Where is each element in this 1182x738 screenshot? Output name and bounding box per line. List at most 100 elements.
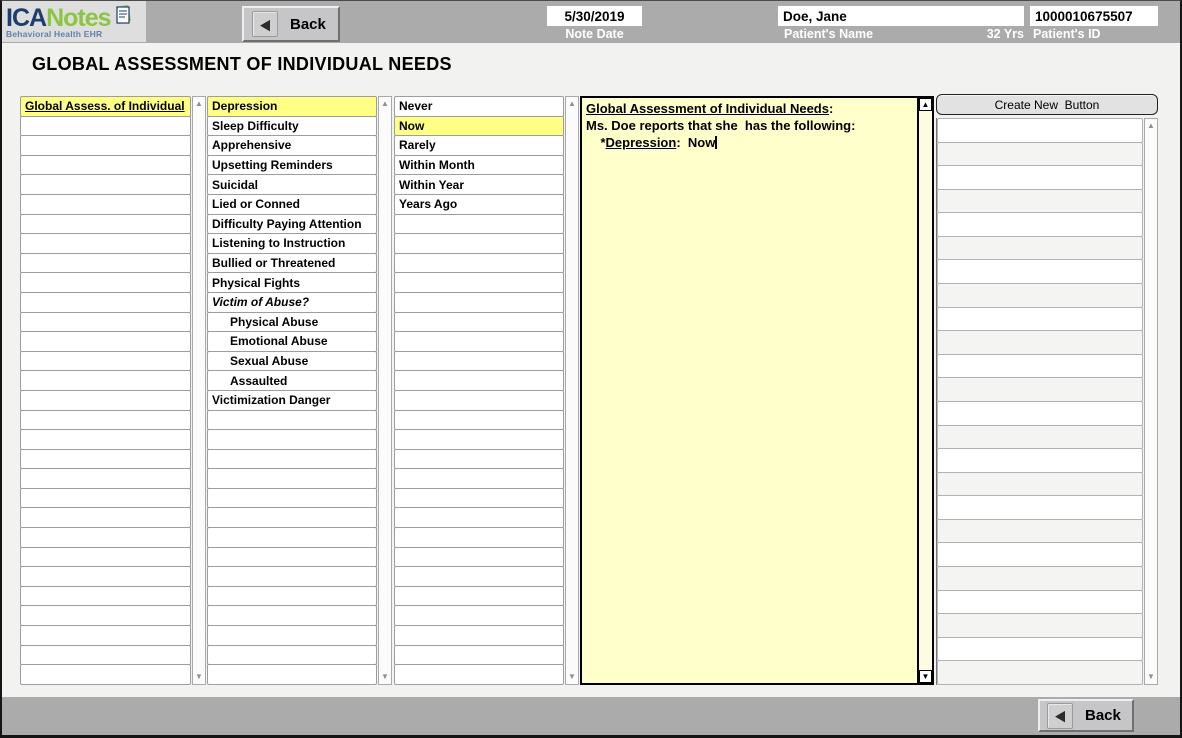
list-item[interactable]: Years Ago [394, 194, 564, 215]
icanotes-logo: ICANotes Behavioral Health EHR [2, 1, 146, 42]
scroll-down-icon[interactable]: ▼ [568, 670, 576, 684]
empty-row [394, 351, 564, 372]
scroll-up-icon[interactable]: ▲ [1147, 119, 1155, 133]
back-button-bottom[interactable]: ◀ Back [1038, 699, 1134, 732]
symptom-scrollbar[interactable]: ▲ ▼ [378, 96, 392, 685]
list-item[interactable]: Never [394, 96, 564, 117]
empty-row [937, 566, 1143, 591]
scroll-down-icon[interactable]: ▼ [381, 670, 389, 684]
create-new-scrollbar[interactable]: ▲ ▼ [1144, 118, 1158, 685]
logo-text-ica: ICA [6, 6, 46, 31]
note-date-label: Note Date [547, 27, 642, 41]
document-icon [112, 4, 134, 30]
empty-row [394, 468, 564, 489]
empty-row [20, 292, 191, 313]
empty-row [20, 664, 191, 685]
list-item[interactable]: Bullied or Threatened [207, 253, 377, 274]
empty-row [207, 625, 377, 646]
list-item[interactable]: Rarely [394, 135, 564, 156]
list-item[interactable]: Assaulted [207, 370, 377, 391]
list-item[interactable]: Emotional Abuse [207, 331, 377, 352]
patient-id-field[interactable]: 1000010675507 [1030, 6, 1158, 26]
footer-bar: ◀ Back [2, 697, 1180, 735]
empty-row [207, 507, 377, 528]
note-date-field[interactable]: 5/30/2019 [547, 6, 642, 26]
empty-row [394, 488, 564, 509]
empty-row [207, 645, 377, 666]
note-entry-value: Now [688, 135, 715, 150]
empty-row [937, 118, 1143, 143]
empty-row [394, 645, 564, 666]
create-new-column: Create New Button ▲ ▼ [936, 94, 1158, 685]
empty-row [207, 547, 377, 568]
list-item[interactable]: Difficulty Paying Attention [207, 214, 377, 235]
scroll-up-icon[interactable]: ▲ [381, 97, 389, 111]
empty-row [394, 331, 564, 352]
section-scrollbar[interactable]: ▲ ▼ [192, 96, 206, 685]
back-button-top[interactable]: ◀ Back [242, 6, 340, 42]
list-item[interactable]: Lied or Conned [207, 194, 377, 215]
text-cursor [715, 136, 717, 149]
empty-row [207, 488, 377, 509]
section-list-column: Global Assess. of Individual ▲ ▼ [20, 96, 206, 685]
empty-row [394, 547, 564, 568]
empty-row [394, 233, 564, 254]
empty-row [937, 142, 1143, 167]
list-item[interactable]: Listening to Instruction [207, 233, 377, 254]
scroll-down-icon[interactable]: ▼ [919, 670, 932, 683]
note-editor[interactable]: Global Assessment of Individual Needs:Ms… [582, 98, 917, 683]
empty-row [394, 605, 564, 626]
list-item[interactable]: Within Month [394, 155, 564, 176]
empty-row [394, 507, 564, 528]
list-item[interactable]: Physical Abuse [207, 312, 377, 333]
list-item[interactable]: Global Assess. of Individual [20, 96, 191, 117]
empty-row [937, 354, 1143, 379]
frequency-scrollbar[interactable]: ▲ ▼ [565, 96, 579, 685]
empty-row [394, 586, 564, 607]
empty-row [937, 189, 1143, 214]
scroll-up-icon[interactable]: ▲ [919, 98, 932, 111]
list-item[interactable]: Depression [207, 96, 377, 117]
list-item[interactable]: Upsetting Reminders [207, 155, 377, 176]
empty-row [20, 547, 191, 568]
empty-row [20, 253, 191, 274]
symptom-list-column: DepressionSleep DifficultyApprehensiveUp… [207, 96, 392, 685]
empty-row [937, 472, 1143, 497]
list-item[interactable]: Victimization Danger [207, 390, 377, 411]
empty-row [394, 527, 564, 548]
list-item[interactable]: Now [394, 116, 564, 137]
empty-row [394, 370, 564, 391]
list-item[interactable]: Sexual Abuse [207, 351, 377, 372]
empty-row [937, 542, 1143, 567]
page-title: GLOBAL ASSESSMENT OF INDIVIDUAL NEEDS [32, 54, 452, 75]
empty-row [394, 312, 564, 333]
empty-row [394, 625, 564, 646]
scroll-down-icon[interactable]: ▼ [1147, 670, 1155, 684]
create-new-button[interactable]: Create New Button [936, 94, 1158, 115]
back-arrow-icon: ◀ [1047, 703, 1073, 729]
empty-row [20, 351, 191, 372]
patient-name-field[interactable]: Doe, Jane [778, 6, 1024, 26]
back-button-label: Back [290, 16, 326, 33]
frequency-list-column: NeverNowRarelyWithin MonthWithin YearYea… [394, 96, 579, 685]
empty-row [207, 429, 377, 450]
empty-row [20, 468, 191, 489]
list-item[interactable]: Sleep Difficulty [207, 116, 377, 137]
list-item[interactable]: Physical Fights [207, 272, 377, 293]
empty-row [20, 645, 191, 666]
empty-row [394, 272, 564, 293]
empty-row [20, 449, 191, 470]
empty-row [20, 116, 191, 137]
scroll-up-icon[interactable]: ▲ [568, 97, 576, 111]
empty-row [394, 410, 564, 431]
patient-age-label: 32 Yrs [932, 27, 1024, 41]
empty-row [207, 527, 377, 548]
list-item[interactable]: Suicidal [207, 174, 377, 195]
empty-row [394, 664, 564, 685]
list-item[interactable]: Victim of Abuse? [207, 292, 377, 313]
scroll-down-icon[interactable]: ▼ [195, 670, 203, 684]
list-item[interactable]: Within Year [394, 174, 564, 195]
note-editor-scrollbar[interactable]: ▲ ▼ [917, 98, 932, 683]
scroll-up-icon[interactable]: ▲ [195, 97, 203, 111]
list-item[interactable]: Apprehensive [207, 135, 377, 156]
